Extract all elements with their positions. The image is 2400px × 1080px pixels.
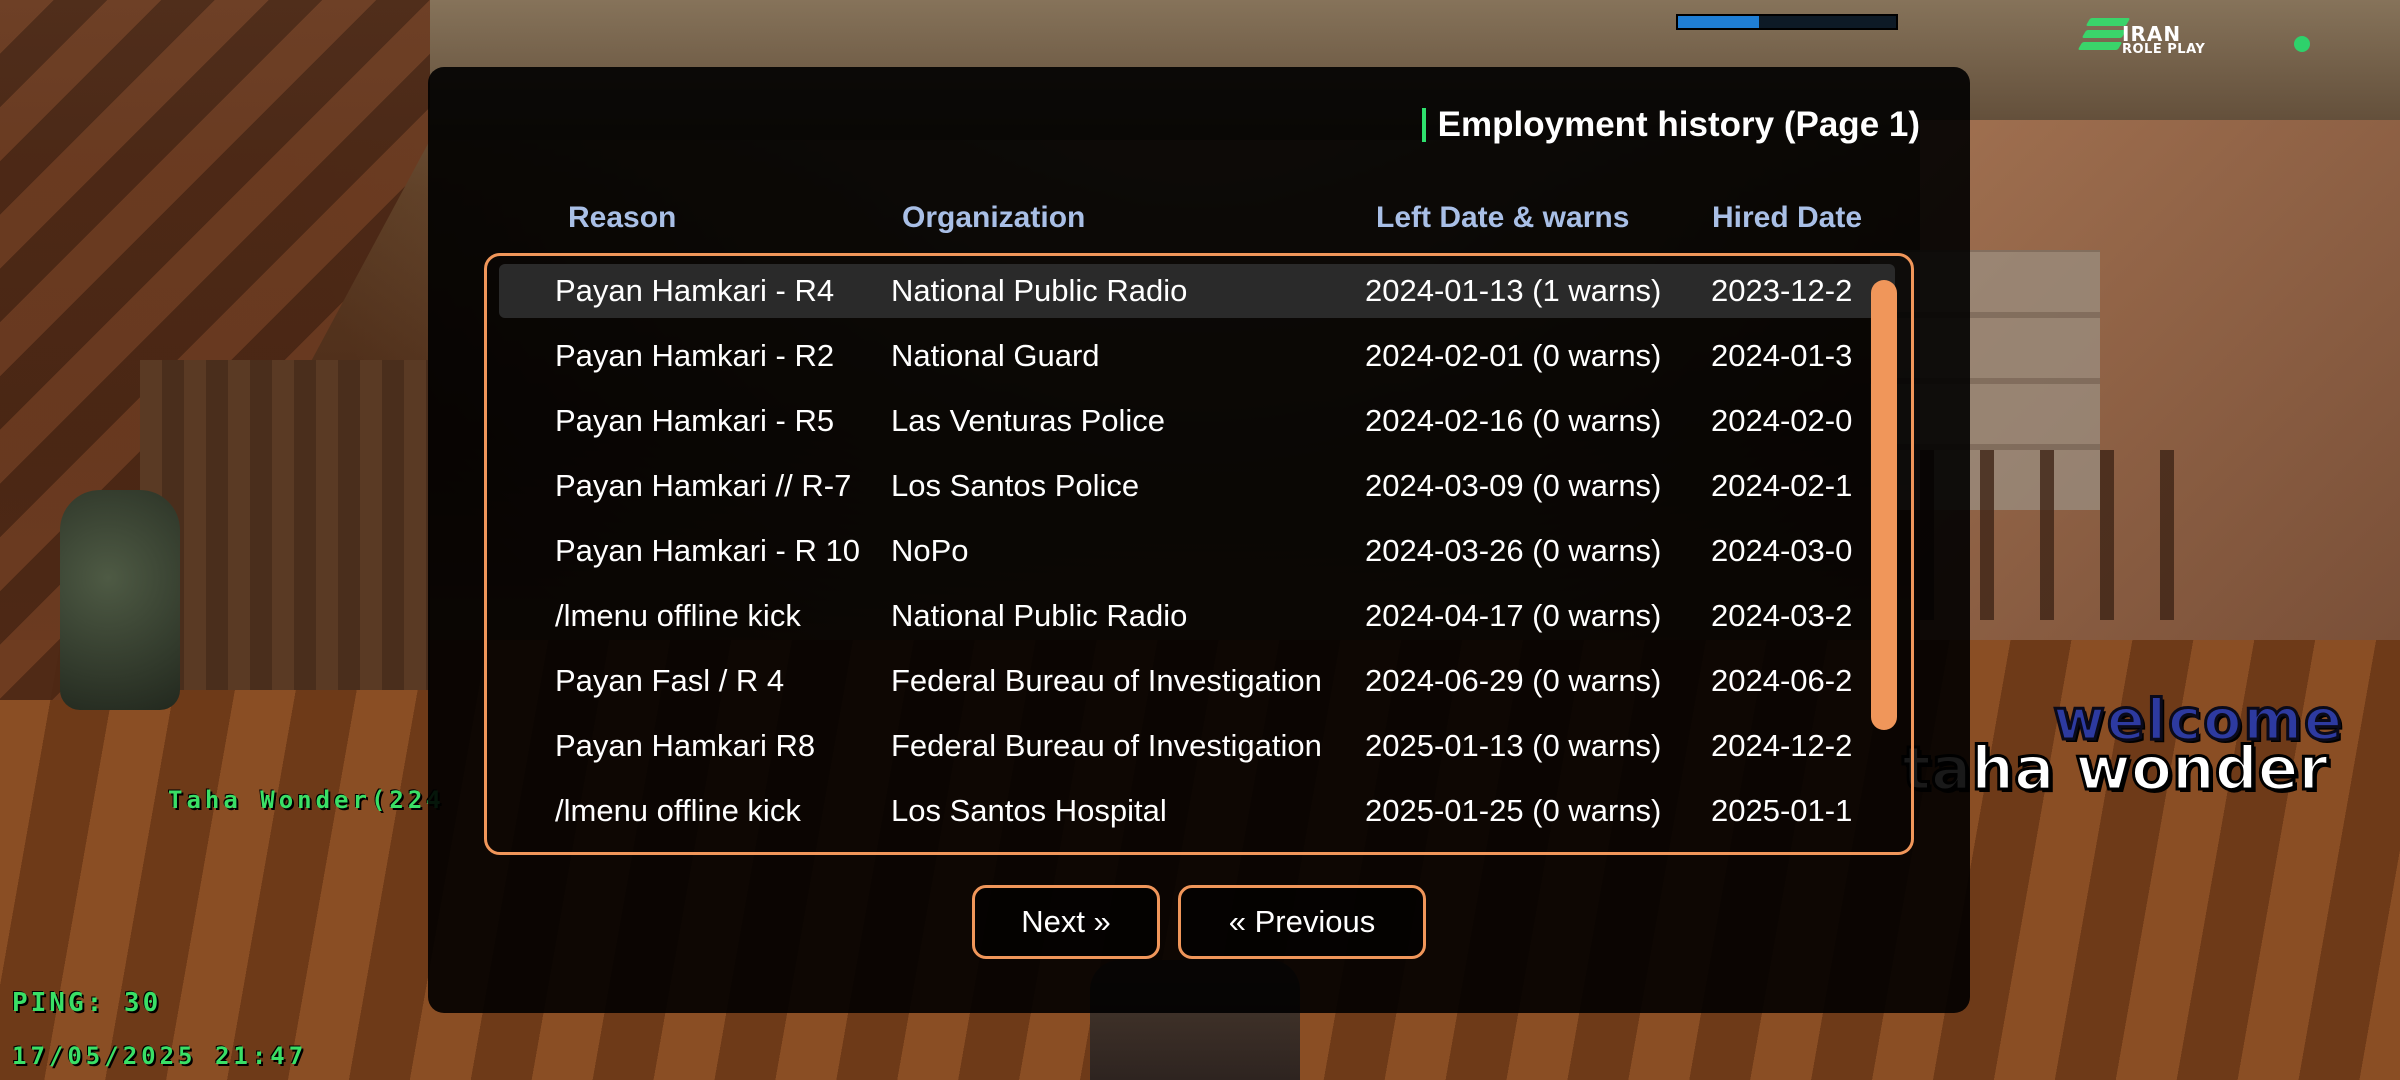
logo-stripes-icon xyxy=(2077,16,2131,60)
row-hired-date: 2024-03-0 xyxy=(1711,533,1853,568)
row-hired-date: 2024-06-2 xyxy=(1711,663,1853,698)
table-row[interactable]: Payan Hamkari - R 10 NoPo 2024-03-26 (0 wa… xyxy=(499,524,1895,578)
row-organization: Las Venturas Police xyxy=(891,403,1166,438)
row-hired-date: 2024-03-2 xyxy=(1711,598,1853,633)
status-dot-icon xyxy=(2294,36,2310,52)
row-reason: Payan Hamkari - R4 xyxy=(555,273,835,308)
hud-progress-bar xyxy=(1676,14,1898,30)
row-left-date: 2024-02-01 (0 warns) xyxy=(1365,338,1662,373)
row-left-date: 2024-03-09 (0 warns) xyxy=(1365,468,1662,503)
table-scrollbar[interactable] xyxy=(1871,280,1897,730)
row-hired-date: 2025-01-1 xyxy=(1711,793,1853,828)
dialog-title: Employment history (Page 1) xyxy=(1421,105,1920,145)
row-organization: Los Santos Hospital xyxy=(891,793,1167,828)
row-hired-date: 2024-01-3 xyxy=(1711,338,1853,373)
row-organization: National Public Radio xyxy=(891,598,1188,633)
column-header-organization: Organization xyxy=(902,201,1086,234)
row-hired-date: 2024-02-1 xyxy=(1711,468,1853,503)
table-row[interactable]: Payan Hamkari - R5 Las Venturas Police 202… xyxy=(499,394,1895,448)
table-row[interactable]: Payan Hamkari - R4 National Public Radio 2… xyxy=(499,264,1895,318)
row-reason: Payan Fasl / R 4 xyxy=(555,663,785,698)
hud-progress-fill xyxy=(1678,16,1759,28)
column-header-left-date: Left Date & warns xyxy=(1376,201,1630,234)
row-organization: Los Santos Police xyxy=(891,468,1140,503)
row-reason: Payan Hamkari // R-7 xyxy=(555,468,852,503)
table-row[interactable]: /lmenu offline kick Los Santos Hospital 20… xyxy=(499,784,1895,838)
scene-cabinet xyxy=(140,360,430,690)
dialog-title-text: Employment history (Page 1) xyxy=(1437,105,1920,144)
employment-table: Payan Hamkari - R4 National Public Radio 2… xyxy=(484,253,1914,855)
title-accent-bar xyxy=(1421,108,1426,142)
row-reason: Payan Hamkari - R 10 xyxy=(555,533,860,568)
employment-history-dialog: Employment history (Page 1) Reason Organ… xyxy=(428,67,1970,1013)
row-organization: National Public Radio xyxy=(891,273,1188,308)
row-reason: /lmenu offline kick xyxy=(555,793,801,828)
row-hired-date: 2024-12-2 xyxy=(1711,728,1853,763)
ping-readout: PING: 30 xyxy=(12,988,162,1018)
next-page-button[interactable]: Next » xyxy=(972,885,1160,959)
row-left-date: 2024-03-26 (0 warns) xyxy=(1365,533,1662,568)
row-organization: National Guard xyxy=(891,338,1100,373)
table-row[interactable]: Payan Hamkari R8 Federal Bureau of Invest… xyxy=(499,719,1895,773)
logo-text-line2: ROLE PLAY xyxy=(2122,42,2206,57)
row-reason: Payan Hamkari R8 xyxy=(555,728,816,763)
row-organization: Federal Bureau of Investigation xyxy=(891,728,1322,763)
row-reason: Payan Hamkari - R5 xyxy=(555,403,835,438)
datetime-readout: 17/05/2025 21:47 xyxy=(12,1042,308,1070)
player-name-tag: Taha Wonder(224 xyxy=(168,786,445,814)
row-left-date: 2025-01-13 (0 warns) xyxy=(1365,728,1662,763)
row-reason: Payan Hamkari - R2 xyxy=(555,338,835,373)
row-left-date: 2024-04-17 (0 warns) xyxy=(1365,598,1662,633)
previous-page-button[interactable]: « Previous xyxy=(1178,885,1426,959)
row-hired-date: 2023-12-2 xyxy=(1711,273,1853,308)
row-left-date: 2024-01-13 (1 warns) xyxy=(1365,273,1662,308)
row-left-date: 2024-02-16 (0 warns) xyxy=(1365,403,1662,438)
row-reason: /lmenu offline kick xyxy=(555,598,801,633)
table-row[interactable]: /lmenu offline kick National Public Radio… xyxy=(499,589,1895,643)
table-row[interactable]: Payan Hamkari // R-7 Los Santos Police 202… xyxy=(499,459,1895,513)
column-header-reason: Reason xyxy=(568,201,677,234)
table-row[interactable]: Payan Fasl / R 4 Federal Bureau of Invest… xyxy=(499,654,1895,708)
table-row[interactable]: Payan Hamkari - R2 National Guard 2024-02-… xyxy=(499,329,1895,383)
server-logo: IRAN ROLE PLAY xyxy=(2077,16,2222,60)
column-header-hired-date: Hired Date xyxy=(1712,201,1863,234)
row-organization: NoPo xyxy=(891,533,969,568)
row-hired-date: 2024-02-0 xyxy=(1711,403,1853,438)
row-left-date: 2025-01-25 (0 warns) xyxy=(1365,793,1662,828)
row-organization: Federal Bureau of Investigation xyxy=(891,663,1322,698)
scene-jar xyxy=(60,490,180,710)
row-left-date: 2024-06-29 (0 warns) xyxy=(1365,663,1662,698)
